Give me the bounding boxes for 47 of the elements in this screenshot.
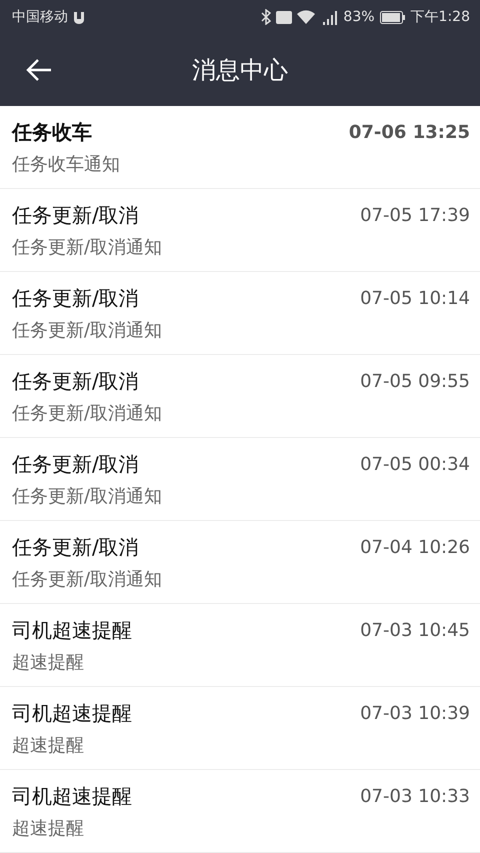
message-item[interactable]: 司机超速提醒 07-03 10:33 超速提醒 [0,770,480,853]
message-time: 07-05 17:39 [360,204,470,226]
message-time: 07-03 10:45 [360,620,470,640]
message-item[interactable]: 任务更新/取消 07-05 00:34 任务更新/取消通知 [0,438,480,521]
message-title: 司机超速提醒 [12,782,132,810]
message-title: 任务更新/取消 [12,450,139,478]
message-subtitle: 任务更新/取消通知 [12,402,164,424]
clock: 下午1:28 [410,8,470,26]
message-item[interactable]: 司机超速提醒 07-03 10:45 超速提醒 [0,604,480,687]
hd-icon [276,10,292,24]
message-time: 07-05 09:55 [360,370,470,392]
back-arrow-icon [26,59,52,81]
message-title: 任务收车 [12,118,92,146]
battery-percent: 83% [343,9,375,25]
message-item[interactable]: 任务更新/取消 07-05 09:55 任务更新/取消通知 [0,355,480,438]
message-subtitle: 超速提醒 [12,816,85,840]
message-time: 07-05 10:14 [360,288,470,308]
message-title: 任务更新/取消 [12,202,139,228]
message-title: 任务更新/取消 [12,534,139,560]
message-item[interactable]: 任务收车 07-06 13:25 任务收车通知 [0,106,480,189]
message-item[interactable]: 任务更新/取消 07-04 10:26 任务更新/取消通知 [0,521,480,604]
notification-icon [73,10,85,24]
message-time: 07-06 13:25 [348,122,470,142]
bluetooth-icon [261,9,272,25]
carrier-name: 中国移动 [12,8,68,26]
message-item[interactable]: 任务更新/取消 07-05 17:39 任务更新/取消通知 [0,189,480,272]
message-subtitle: 任务更新/取消通知 [12,568,164,590]
message-title: 司机超速提醒 [12,700,132,726]
message-subtitle: 任务更新/取消通知 [12,318,164,342]
message-subtitle: 任务收车通知 [12,152,121,176]
message-subtitle: 任务更新/取消通知 [12,484,164,508]
message-time: 07-03 10:33 [360,786,470,806]
signal-icon [320,9,338,25]
message-title: 任务更新/取消 [12,368,139,394]
message-title: 任务更新/取消 [12,284,139,312]
message-time: 07-04 10:26 [360,536,470,558]
page-title: 消息中心 [192,55,288,86]
message-item[interactable]: 任务更新/取消 07-05 10:14 任务更新/取消通知 [0,272,480,355]
message-subtitle: 超速提醒 [12,650,85,674]
message-subtitle: 超速提醒 [12,734,85,756]
message-subtitle: 任务更新/取消通知 [12,236,164,258]
wifi-icon [297,10,316,24]
message-time: 07-05 00:34 [360,454,470,474]
message-item[interactable]: 司机超速提醒 07-03 10:39 超速提醒 [0,687,480,770]
message-time: 07-03 10:39 [360,702,470,724]
battery-icon [380,10,406,24]
message-title: 司机超速提醒 [12,616,132,644]
